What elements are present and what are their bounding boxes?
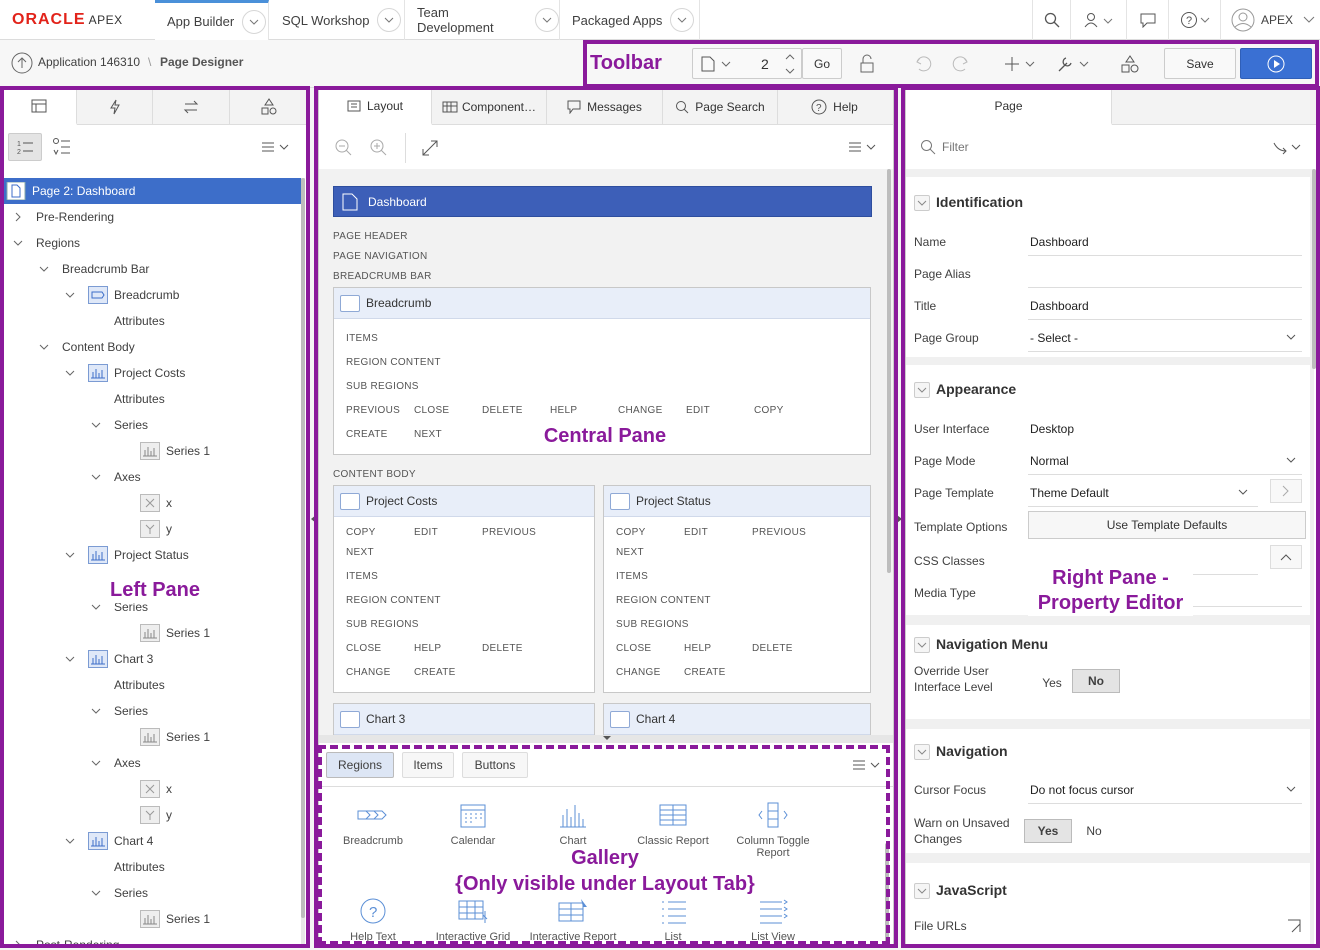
toolbar-highlight xyxy=(583,40,1319,88)
chevron-down-icon xyxy=(1303,16,1315,23)
oracle-apex-logo[interactable]: ORACLE APEX xyxy=(12,11,123,29)
svg-text:?: ? xyxy=(1186,15,1192,27)
chevron-down-icon[interactable] xyxy=(535,8,559,32)
toolbar-annotation: Toolbar xyxy=(590,52,662,74)
breadcrumb-separator: \ xyxy=(148,55,152,69)
central-pane-annotation: Central Pane xyxy=(543,425,667,447)
gallery-highlight xyxy=(318,745,890,945)
user-menu[interactable]: APEX xyxy=(1220,0,1320,40)
search-icon[interactable] xyxy=(1032,0,1070,40)
left-pane-highlight xyxy=(0,86,310,948)
breadcrumb-page-designer: Page Designer xyxy=(160,55,244,69)
up-arrow-circle-icon[interactable] xyxy=(11,52,33,74)
left-pane-annotation: Left Pane xyxy=(100,578,210,603)
right-pane-annotation-1: Right Pane - xyxy=(1028,566,1193,591)
breadcrumb-application[interactable]: Application 146310 xyxy=(38,55,140,69)
user-name: APEX xyxy=(1261,13,1294,27)
chevron-down-icon[interactable] xyxy=(670,8,695,32)
tab-team-development[interactable]: Team Development xyxy=(405,0,560,40)
right-pane-highlight xyxy=(901,86,1320,948)
chevron-down-icon[interactable] xyxy=(377,8,402,32)
top-navigation-bar: ORACLE APEX App Builder SQL Workshop Team… xyxy=(0,0,1320,40)
avatar xyxy=(1231,8,1255,32)
user-access-icon[interactable] xyxy=(1070,0,1126,40)
gallery-note-annotation: {Only visible under Layout Tab} xyxy=(455,873,755,895)
gallery-annotation: Gallery xyxy=(571,847,639,869)
right-pane-annotation-2: Property Editor xyxy=(1028,591,1193,616)
help-icon[interactable]: ? xyxy=(1168,0,1220,40)
feedback-icon[interactable] xyxy=(1126,0,1168,40)
tab-app-builder[interactable]: App Builder xyxy=(155,0,269,40)
tab-sql-workshop[interactable]: SQL Workshop xyxy=(270,0,405,40)
chevron-down-icon[interactable] xyxy=(242,9,267,34)
tab-packaged-apps[interactable]: Packaged Apps xyxy=(560,0,700,40)
